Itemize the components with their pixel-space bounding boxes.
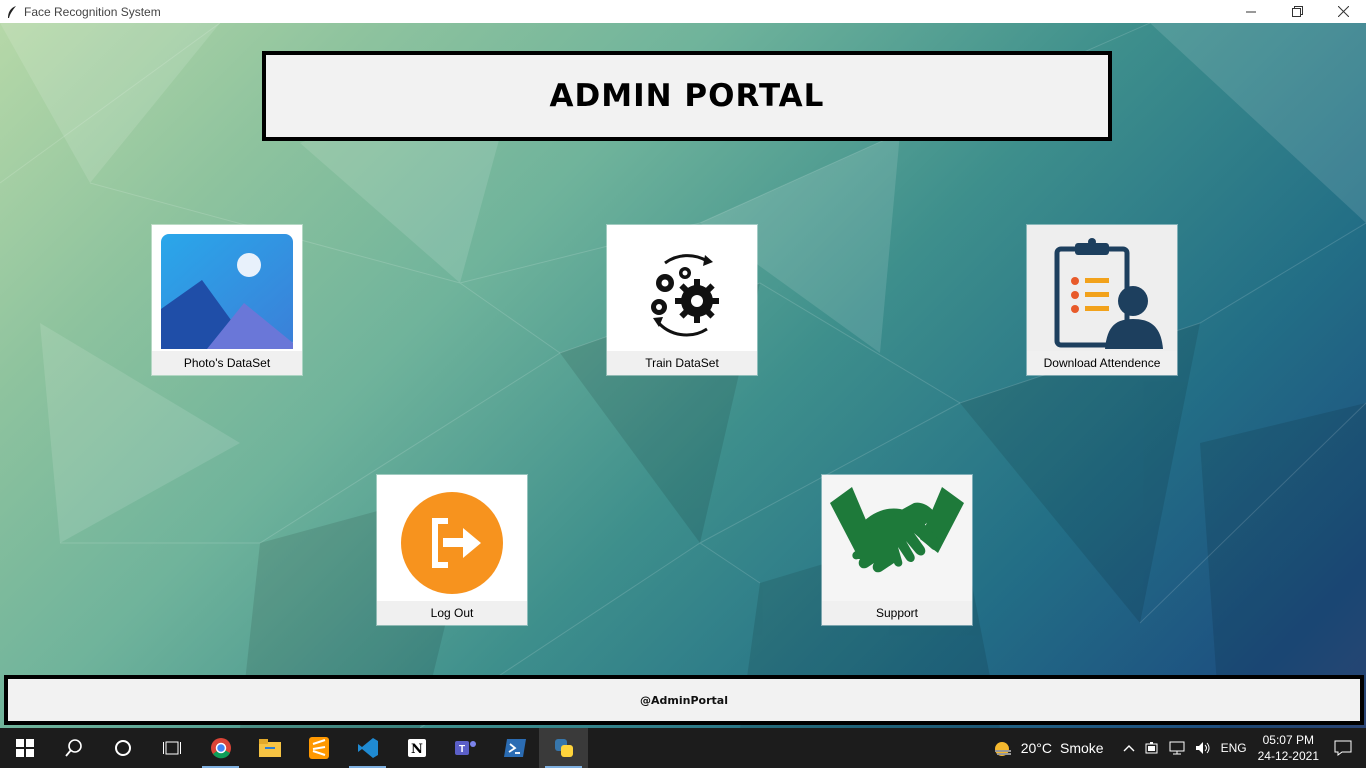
sublime-text-icon: [308, 737, 329, 759]
notion-icon: N: [407, 739, 426, 757]
weather-widget[interactable]: 20°C Smoke: [993, 739, 1104, 757]
train-image: [607, 225, 757, 351]
window-title: Face Recognition System: [24, 4, 161, 19]
windows-icon: [15, 739, 34, 757]
logout-button[interactable]: Log Out: [377, 475, 527, 625]
taskbar: N T 20°C Smoke ENG 05:07 PM 24-12-2021: [0, 728, 1366, 768]
logout-label: Log Out: [377, 601, 527, 625]
cortana-button[interactable]: [98, 728, 147, 768]
restore-button[interactable]: [1274, 0, 1320, 23]
svg-text:N: N: [411, 742, 423, 757]
taskbar-file-explorer[interactable]: [245, 728, 294, 768]
clock-time: 05:07 PM: [1262, 733, 1314, 747]
footer-text: @AdminPortal: [640, 693, 728, 707]
photo-gallery-icon: [161, 234, 293, 349]
main-canvas: ADMIN PORTAL Photo's DataSet Train DataS…: [0, 23, 1366, 728]
folder-icon: [258, 739, 281, 757]
clock-date: 24-12-2021: [1257, 749, 1319, 763]
powershell-icon: [503, 739, 526, 757]
svg-text:T: T: [458, 744, 464, 755]
attendance-image: [1027, 225, 1177, 351]
footer-banner: @AdminPortal: [4, 675, 1364, 725]
photos-dataset-label: Photo's DataSet: [152, 351, 302, 375]
support-button[interactable]: Support: [822, 475, 972, 625]
weather-text: Smoke: [1060, 740, 1104, 756]
download-attendance-label: Download Attendence: [1027, 351, 1177, 375]
vscode-icon: [357, 738, 378, 758]
teams-icon: T: [454, 741, 476, 755]
clock[interactable]: 05:07 PM 24-12-2021: [1258, 732, 1319, 764]
network-icon[interactable]: [1169, 741, 1185, 755]
download-attendance-button[interactable]: Download Attendence: [1027, 225, 1177, 375]
chrome-icon: [210, 738, 231, 759]
search-icon: [64, 739, 82, 757]
task-view-icon: [162, 741, 181, 755]
handshake-icon: [830, 487, 964, 573]
taskbar-sublime[interactable]: [294, 728, 343, 768]
photos-image: [152, 225, 302, 351]
feather-icon: [4, 4, 20, 20]
system-tray: 20°C Smoke ENG 05:07 PM 24-12-2021: [993, 728, 1366, 768]
battery-icon[interactable]: [1145, 742, 1159, 754]
header-banner: ADMIN PORTAL: [262, 51, 1112, 141]
close-button[interactable]: [1320, 0, 1366, 23]
clipboard-person-icon: [1054, 238, 1163, 349]
minimize-button[interactable]: [1228, 0, 1274, 23]
task-view-button[interactable]: [147, 728, 196, 768]
taskbar-notion[interactable]: N: [392, 728, 441, 768]
photos-dataset-button[interactable]: Photo's DataSet: [152, 225, 302, 375]
language-indicator[interactable]: ENG: [1221, 741, 1247, 755]
window-titlebar: Face Recognition System: [0, 0, 1366, 23]
python-icon: [554, 739, 573, 757]
gears-icon: [651, 254, 719, 337]
weather-icon: [994, 742, 1011, 756]
train-dataset-label: Train DataSet: [607, 351, 757, 375]
start-button[interactable]: [0, 728, 49, 768]
taskbar-powershell[interactable]: [490, 728, 539, 768]
notifications-icon[interactable]: [1334, 740, 1352, 756]
support-image: [822, 475, 972, 601]
taskbar-python[interactable]: [539, 728, 588, 768]
train-dataset-button[interactable]: Train DataSet: [607, 225, 757, 375]
search-button[interactable]: [49, 728, 98, 768]
taskbar-teams[interactable]: T: [441, 728, 490, 768]
cortana-icon: [114, 740, 131, 756]
chevron-up-icon[interactable]: [1123, 744, 1135, 752]
logout-image: [377, 475, 527, 601]
page-title: ADMIN PORTAL: [549, 78, 825, 114]
weather-temp: 20°C: [1020, 740, 1053, 756]
taskbar-vscode[interactable]: [343, 728, 392, 768]
taskbar-chrome[interactable]: [196, 728, 245, 768]
logout-icon: [401, 492, 503, 594]
volume-icon[interactable]: [1195, 741, 1211, 755]
support-label: Support: [822, 601, 972, 625]
